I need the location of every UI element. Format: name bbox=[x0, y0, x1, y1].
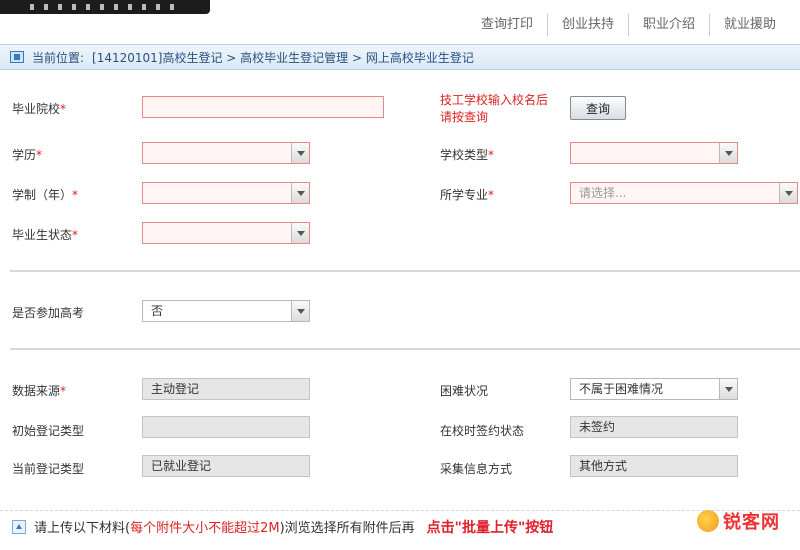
education-label-text: 学历 bbox=[12, 148, 37, 162]
source-label-text: 数据来源 bbox=[12, 384, 61, 398]
upload-instructions: 请上传以下材料( 每个附件大小不能超过2M )浏览选择所有附件后再 点击"批量上… bbox=[0, 510, 800, 542]
grad-status-select[interactable] bbox=[142, 222, 310, 244]
education-label: 学历* bbox=[12, 146, 42, 163]
nav-job-intro[interactable]: 职业介绍 bbox=[627, 14, 709, 36]
current-type-label: 当前登记类型 bbox=[12, 462, 85, 476]
upload-text-b: )浏览选择所有附件后再 bbox=[279, 521, 415, 536]
difficulty-select[interactable]: 不属于困难情况 bbox=[570, 378, 738, 400]
current-type-field: 已就业登记 bbox=[142, 455, 310, 477]
required-marker: * bbox=[488, 188, 495, 202]
chevron-down-icon[interactable] bbox=[291, 223, 309, 243]
school-type-label: 学校类型* bbox=[440, 146, 494, 163]
major-label-text: 所学专业 bbox=[440, 188, 489, 202]
gaokao-select[interactable]: 否 bbox=[142, 300, 310, 322]
education-select[interactable] bbox=[142, 142, 310, 164]
watermark-text: 锐客网 bbox=[723, 512, 780, 533]
chevron-down-icon[interactable] bbox=[719, 379, 737, 399]
breadcrumb-path[interactable]: [14120101]高校生登记 > 高校毕业生登记管理 > 网上高校毕业生登记 bbox=[92, 49, 474, 66]
school-input[interactable] bbox=[142, 96, 384, 118]
collect-field: 其他方式 bbox=[570, 455, 738, 477]
required-marker: * bbox=[60, 384, 67, 398]
difficulty-label: 困难状况 bbox=[440, 384, 489, 398]
contract-field: 未签约 bbox=[570, 416, 738, 438]
chevron-down-icon[interactable] bbox=[719, 143, 737, 163]
major-label: 所学专业* bbox=[440, 186, 494, 203]
major-select[interactable]: 请选择... bbox=[570, 182, 798, 204]
upload-text-a: 请上传以下材料( bbox=[34, 521, 131, 536]
query-button[interactable]: 查询 bbox=[570, 96, 626, 120]
duration-select[interactable] bbox=[142, 182, 310, 204]
upload-size-limit: 每个附件大小不能超过2M bbox=[130, 521, 280, 536]
initial-type-label: 初始登记类型 bbox=[12, 424, 85, 438]
gaokao-value: 否 bbox=[151, 304, 164, 318]
grad-status-label-text: 毕业生状态 bbox=[12, 228, 73, 242]
nav-query-print[interactable]: 查询打印 bbox=[467, 14, 547, 36]
watermark: 锐客网 bbox=[697, 508, 780, 534]
duration-label: 学制（年）* bbox=[12, 186, 78, 203]
required-marker: * bbox=[36, 148, 43, 162]
required-marker: * bbox=[72, 228, 79, 242]
section-divider bbox=[10, 270, 800, 272]
required-marker: * bbox=[60, 102, 67, 116]
site-logo bbox=[0, 0, 210, 14]
nav-entrepreneur-support[interactable]: 创业扶持 bbox=[546, 14, 628, 36]
chevron-down-icon[interactable] bbox=[291, 183, 309, 203]
school-type-label-text: 学校类型 bbox=[440, 148, 489, 162]
school-hint: 技工学校输入校名后请按查询 bbox=[440, 93, 549, 124]
breadcrumb: 当前位置: [14120101]高校生登记 > 高校毕业生登记管理 > 网上高校… bbox=[0, 44, 800, 70]
location-icon bbox=[10, 51, 24, 63]
chevron-down-icon[interactable] bbox=[779, 183, 797, 203]
required-marker: * bbox=[72, 188, 79, 202]
school-type-select[interactable] bbox=[570, 142, 738, 164]
section-divider bbox=[10, 348, 800, 350]
major-placeholder: 请选择... bbox=[579, 186, 627, 200]
source-label: 数据来源* bbox=[12, 382, 66, 399]
top-header: 查询打印 创业扶持 职业介绍 就业援助 bbox=[0, 0, 800, 40]
school-label: 毕业院校* bbox=[12, 100, 66, 117]
registration-page: 查询打印 创业扶持 职业介绍 就业援助 当前位置: [14120101]高校生登… bbox=[0, 0, 800, 550]
school-label-text: 毕业院校 bbox=[12, 102, 61, 116]
chevron-down-icon[interactable] bbox=[291, 301, 309, 321]
initial-type-field bbox=[142, 416, 310, 438]
contract-label: 在校时签约状态 bbox=[440, 424, 525, 438]
collect-label: 采集信息方式 bbox=[440, 462, 513, 476]
grad-status-label: 毕业生状态* bbox=[12, 226, 78, 243]
upload-action-hint: 点击"批量上传"按钮 bbox=[426, 519, 554, 536]
nav-employment-aid[interactable]: 就业援助 bbox=[708, 14, 790, 36]
chevron-down-icon[interactable] bbox=[291, 143, 309, 163]
top-nav: 查询打印 创业扶持 职业介绍 就业援助 bbox=[467, 14, 790, 36]
required-marker: * bbox=[488, 148, 495, 162]
gaokao-label: 是否参加高考 bbox=[12, 306, 85, 320]
source-field: 主动登记 bbox=[142, 378, 310, 400]
breadcrumb-prefix: 当前位置: bbox=[32, 50, 85, 65]
duration-label-text: 学制（年） bbox=[12, 188, 73, 202]
watermark-badge-icon bbox=[697, 510, 719, 532]
collapse-icon[interactable] bbox=[12, 519, 26, 534]
difficulty-value: 不属于困难情况 bbox=[579, 382, 664, 396]
